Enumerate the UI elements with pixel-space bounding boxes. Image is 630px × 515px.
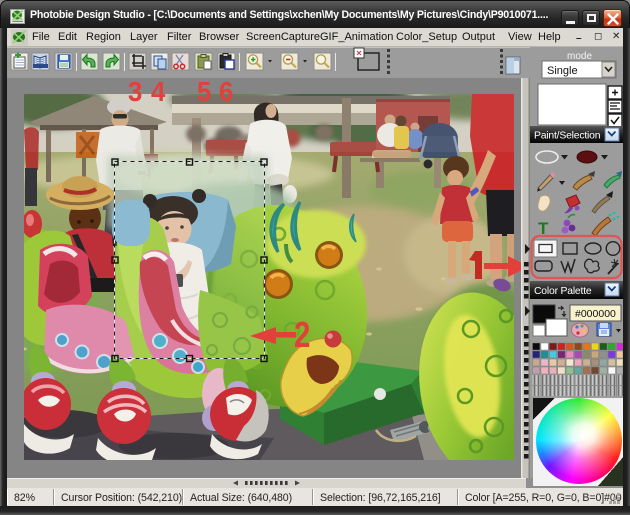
svg-text:4: 4 — [151, 76, 165, 107]
svg-text:Single: Single — [547, 65, 578, 77]
svg-text:3: 3 — [128, 76, 142, 107]
svg-text:Color Palette: Color Palette — [534, 286, 592, 297]
svg-text:6: 6 — [219, 76, 233, 107]
svg-text:#000000: #000000 — [575, 308, 616, 320]
svg-text:Paint/Selection: Paint/Selection — [534, 131, 601, 142]
svg-text:5: 5 — [197, 76, 211, 107]
svg-text:mode: mode — [567, 51, 592, 62]
svg-text:2: 2 — [294, 314, 310, 354]
